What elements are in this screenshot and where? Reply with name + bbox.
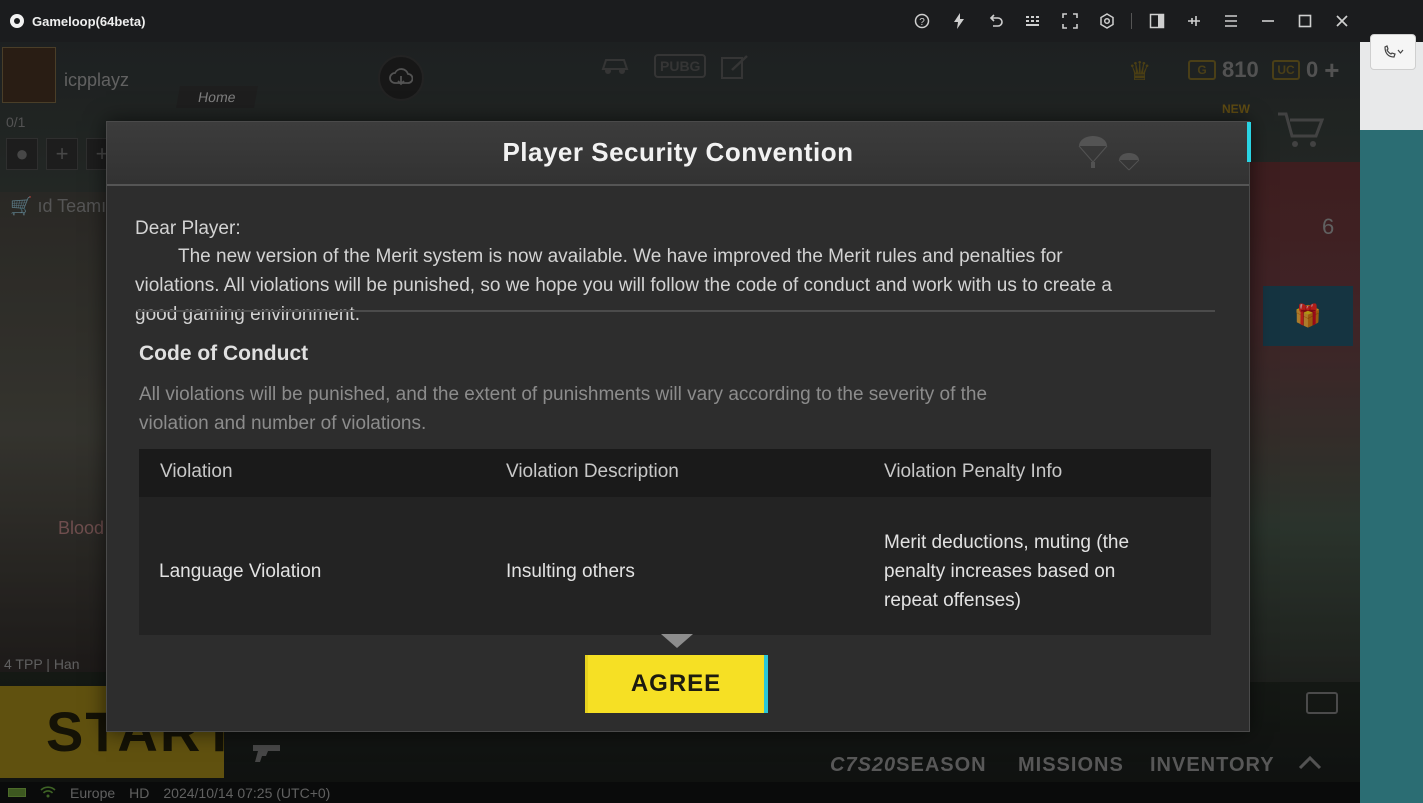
violation-table[interactable]: Violation Violation Description Violatio… bbox=[139, 449, 1211, 635]
menu-icon[interactable] bbox=[1212, 0, 1249, 42]
gameloop-logo-icon bbox=[10, 14, 24, 28]
keyboard-icon[interactable] bbox=[1014, 0, 1051, 42]
code-of-conduct-description: All violations will be punished, and the… bbox=[139, 384, 988, 434]
dialog-header: Player Security Convention bbox=[107, 122, 1251, 186]
dialog-accent-edge bbox=[1247, 122, 1251, 162]
close-icon[interactable] bbox=[1323, 0, 1360, 42]
agree-button[interactable]: AGREE bbox=[585, 655, 768, 713]
cell-penalty: Merit deductions, muting (the penalty in… bbox=[884, 532, 1130, 611]
settings-icon[interactable] bbox=[1088, 0, 1125, 42]
phone-call-button[interactable] bbox=[1370, 34, 1416, 70]
undo-icon[interactable] bbox=[977, 0, 1014, 42]
intro-text: The new version of the Merit system is n… bbox=[135, 246, 1112, 325]
greeting-text: Dear Player: bbox=[135, 218, 241, 239]
minimize-icon[interactable] bbox=[1249, 0, 1286, 42]
emulator-titlebar: Gameloop(64beta) ? bbox=[0, 0, 1360, 42]
svg-text:?: ? bbox=[919, 17, 925, 28]
help-icon[interactable]: ? bbox=[903, 0, 940, 42]
dialog-title: Player Security Convention bbox=[502, 137, 854, 167]
pin-icon[interactable] bbox=[1175, 0, 1212, 42]
fullscreen-icon[interactable] bbox=[1051, 0, 1088, 42]
sidebar-icon[interactable] bbox=[1138, 0, 1175, 42]
column-header-violation: Violation bbox=[160, 461, 233, 482]
scroll-down-indicator-icon[interactable] bbox=[661, 634, 693, 648]
column-header-penalty: Violation Penalty Info bbox=[884, 461, 1063, 482]
code-of-conduct-title: Code of Conduct bbox=[139, 342, 309, 365]
app-title: Gameloop(64beta) bbox=[32, 13, 146, 29]
host-side-panel bbox=[1360, 0, 1423, 803]
lightning-icon[interactable] bbox=[940, 0, 977, 42]
section-divider bbox=[137, 310, 1215, 312]
cell-violation: Language Violation bbox=[159, 561, 322, 582]
titlebar-separator bbox=[1131, 13, 1132, 29]
host-side-panel-pattern bbox=[1360, 130, 1423, 803]
security-convention-dialog: Player Security Convention Dear Player: … bbox=[106, 121, 1251, 732]
cell-description: Insulting others bbox=[506, 561, 635, 582]
table-header: Violation Violation Description Violatio… bbox=[139, 449, 1211, 497]
column-header-description: Violation Description bbox=[506, 461, 679, 482]
maximize-icon[interactable] bbox=[1286, 0, 1323, 42]
titlebar-icons: ? bbox=[903, 0, 1360, 42]
